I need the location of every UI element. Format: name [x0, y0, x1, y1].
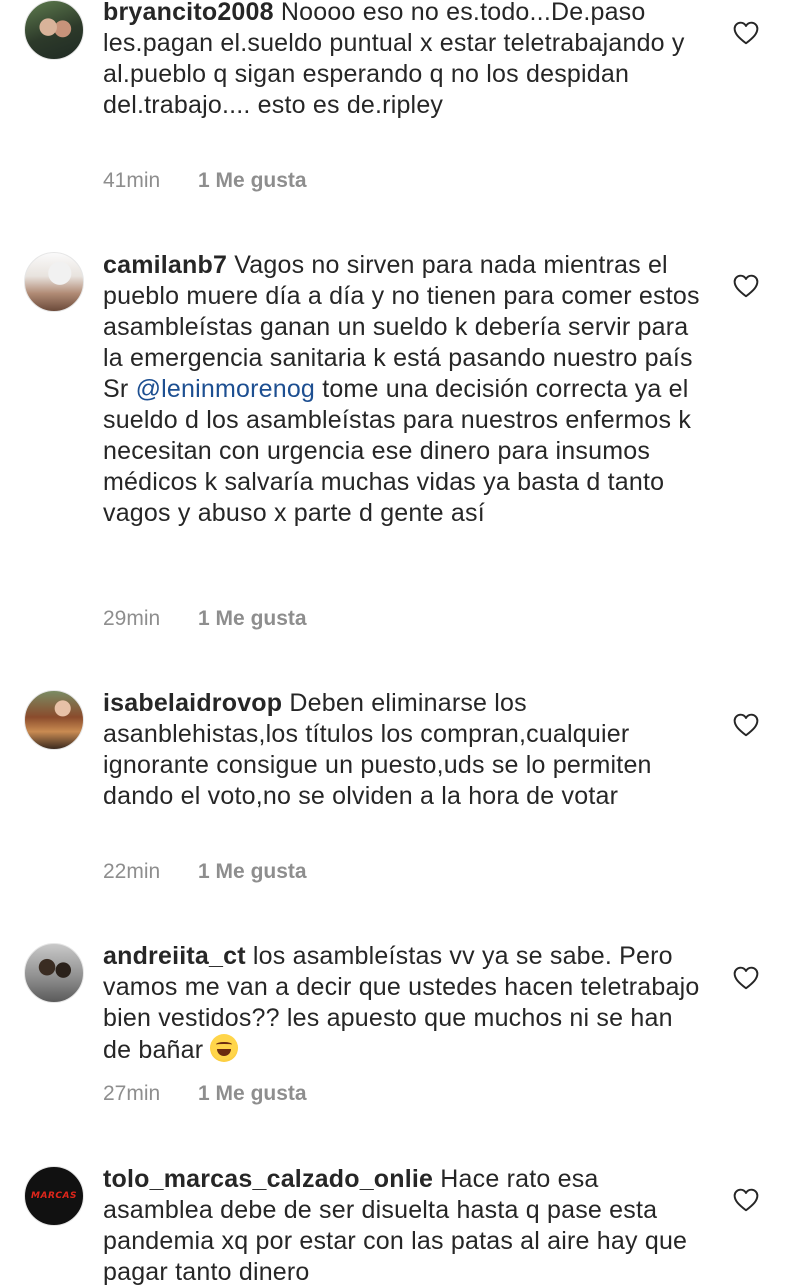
comment-body: andreiita_ct los asambleístas vv ya se s… — [103, 941, 703, 1066]
comment-meta: 22min 1 Me gusta — [103, 860, 307, 884]
comment-username[interactable]: tolo_marcas_calzado_onlie — [103, 1165, 433, 1193]
comment-likes[interactable]: 1 Me gusta — [198, 860, 307, 883]
avatar[interactable] — [24, 690, 84, 750]
brand-logo: MARCAS — [31, 1191, 77, 1201]
comment-mention[interactable]: @leninmorenog — [136, 375, 315, 403]
comment-likes[interactable]: 1 Me gusta — [198, 169, 307, 192]
heart-icon[interactable] — [733, 713, 759, 737]
comment-meta: 41min 1 Me gusta — [103, 169, 307, 193]
avatar[interactable] — [24, 0, 84, 60]
heart-icon[interactable] — [733, 274, 759, 298]
comment-time: 22min — [103, 860, 161, 883]
rolling-on-floor-laughing-emoji-icon — [210, 1034, 239, 1062]
comment-body: tolo_marcas_calzado_onlie Hace rato esa … — [103, 1164, 703, 1288]
avatar[interactable] — [24, 252, 84, 312]
comment-time: 29min — [103, 607, 161, 630]
comment-time: 27min — [103, 1082, 161, 1105]
comment-username[interactable]: isabelaidrovop — [103, 689, 282, 717]
heart-icon[interactable] — [733, 966, 759, 990]
heart-icon[interactable] — [733, 21, 759, 45]
avatar[interactable] — [24, 943, 84, 1003]
comment-likes[interactable]: 1 Me gusta — [198, 607, 307, 630]
comment-likes[interactable]: 1 Me gusta — [198, 1082, 307, 1105]
comment-username[interactable]: andreiita_ct — [103, 942, 246, 970]
comment-body: bryancito2008 Noooo eso no es.todo...De.… — [103, 0, 703, 121]
comment-username[interactable]: bryancito2008 — [103, 0, 274, 26]
heart-icon[interactable] — [733, 1188, 759, 1212]
comment-username[interactable]: camilanb7 — [103, 251, 227, 279]
comment-body: camilanb7 Vagos no sirven para nada mien… — [103, 250, 703, 529]
comment-time: 41min — [103, 169, 161, 192]
comment-meta: 27min 1 Me gusta — [103, 1082, 307, 1106]
comment-meta: 29min 1 Me gusta — [103, 607, 307, 631]
avatar[interactable]: MARCAS — [24, 1166, 84, 1226]
comment-body: isabelaidrovop Deben eliminarse los asan… — [103, 688, 703, 812]
